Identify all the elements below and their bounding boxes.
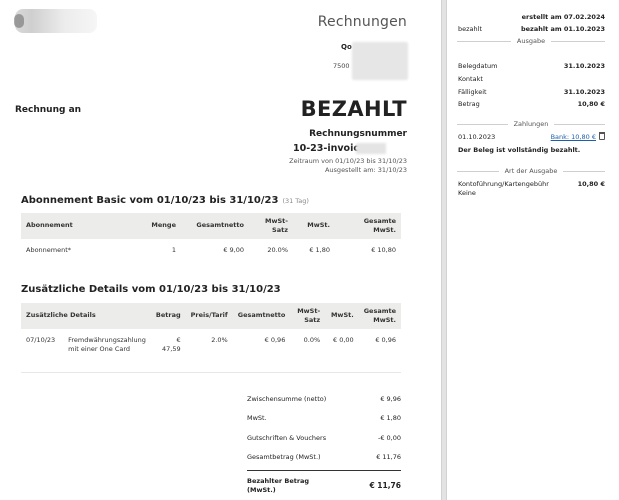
payment-note: Der Beleg ist vollständig bezahlt.: [458, 146, 581, 154]
issuer-address-redacted: [352, 42, 408, 80]
field-value: 31.10.2023: [563, 62, 605, 70]
payment-entry: Bank: 10,80 €: [551, 132, 605, 141]
cell: 20.0%: [267, 245, 288, 254]
cell: € 10,80: [371, 245, 396, 254]
issuer-name: Qo: [341, 43, 352, 51]
section-header-text: Art der Ausgabe: [504, 167, 558, 175]
expense-category: Kontoführung/Kartengebühr: [458, 180, 549, 188]
cell: € 9,00: [223, 245, 244, 254]
trash-icon[interactable]: [599, 132, 605, 140]
totals-label: Gesamtbetrag (MwSt.): [247, 453, 321, 462]
section-header-payments: Zahlungen: [457, 120, 605, 128]
totals-block: Zwischensumme (netto) € 9,96 MwSt. € 1,8…: [247, 389, 401, 496]
col-header: Abonnement: [21, 213, 139, 239]
invoice-document: Rechnungen Qo 7500 Rechnung an BEZAHLT R…: [0, 0, 441, 500]
cell: 1: [171, 245, 176, 254]
field-value: 31.10.2023: [563, 88, 605, 96]
section-header-expense: Ausgabe: [457, 37, 605, 45]
cell: € 47,59: [162, 335, 181, 353]
details-section-title: Zusätzliche Details vom 01/10/23 bis 31/…: [21, 284, 281, 295]
totals-label: Gutschriften & Vouchers: [247, 433, 327, 442]
field-label: Kontakt: [458, 75, 483, 83]
subscription-table: Abonnement Menge Gesamtnetto MwSt-Satz M…: [21, 213, 401, 259]
issuer-zip: 7500: [333, 62, 350, 70]
col-header: Gesamtnetto: [181, 213, 249, 239]
totals-row: Gesamtbetrag (MwSt.) € 11,76: [247, 448, 401, 468]
col-header: Preis/Tarif: [185, 303, 233, 329]
paid-status-stamp: BEZAHLT: [300, 97, 407, 121]
totals-value: € 9,96: [380, 394, 401, 403]
cell-date: 07/10/23: [26, 335, 56, 344]
field-label: Betrag: [458, 100, 480, 108]
totals-value: -€ 0,00: [377, 433, 401, 442]
subscription-days: (31 Tag): [282, 197, 309, 205]
col-header: Zusätzliche Details: [21, 303, 151, 329]
field-label: Fälligkeit: [458, 88, 487, 96]
table-row: Abonnement* 1 € 9,00 20.0% € 1,80 € 10,8…: [21, 239, 401, 259]
field-label: Belegdatum: [458, 62, 498, 70]
cell: € 1,80: [309, 245, 330, 254]
totals-label: MwSt.: [247, 414, 267, 423]
cell: Abonnement*: [26, 245, 72, 254]
cell-description: Fremdwährungszahlung mit einer One Card: [68, 335, 146, 353]
paid-total-row: Bezahlter Betrag (MwSt.) € 11,76: [247, 470, 401, 496]
section-header-text: Ausgabe: [516, 37, 546, 45]
invoice-period: Zeitraum von 01/10/23 bis 31/10/23: [289, 157, 407, 165]
created-date: erstellt am 07.02.2024: [521, 13, 605, 21]
invoice-number-redacted: [356, 143, 386, 154]
totals-row: MwSt. € 1,80: [247, 409, 401, 429]
paid-date: bezahlt am 01.10.2023: [521, 25, 605, 33]
cell: 2.0%: [211, 335, 228, 344]
col-header: Betrag: [150, 303, 186, 329]
col-header: MwSt-Satz: [290, 303, 326, 329]
col-header: MwSt-Satz: [249, 213, 293, 239]
expense-subcategory: Keine: [458, 189, 476, 197]
table-row: 07/10/23 Fremdwährungszahlung mit einer …: [21, 329, 401, 359]
table-header-row: Zusätzliche Details Betrag Preis/Tarif G…: [21, 303, 401, 329]
col-header: Gesamtnetto: [232, 303, 291, 329]
cell: € 0,96: [375, 335, 396, 344]
cell: € 0,96: [264, 335, 286, 344]
totals-row: Gutschriften & Vouchers -€ 0,00: [247, 428, 401, 448]
bill-to-label: Rechnung an: [15, 105, 82, 115]
totals-row: Zwischensumme (netto) € 9,96: [247, 389, 401, 409]
totals-value: € 1,80: [380, 414, 401, 423]
details-table: Zusätzliche Details Betrag Preis/Tarif G…: [21, 303, 401, 358]
company-logo: [15, 9, 97, 33]
col-header: MwSt.: [293, 213, 335, 239]
subscription-section-title: Abonnement Basic vom 01/10/23 bis 31/10/…: [21, 195, 309, 206]
status-label: bezahlt: [458, 25, 482, 33]
subscription-title-text: Abonnement Basic vom 01/10/23 bis 31/10/…: [21, 195, 279, 206]
field-value: 10,80 €: [577, 100, 605, 108]
paid-total-label: Bezahlter Betrag (MwSt.): [247, 476, 310, 494]
col-header: Gesamte MwSt.: [335, 213, 401, 239]
col-header: Menge: [139, 213, 181, 239]
col-header: MwSt.: [325, 303, 359, 329]
cell: 0.0%: [303, 335, 321, 344]
section-header-expense-type: Art der Ausgabe: [457, 167, 605, 175]
expense-amount: 10,80 €: [577, 180, 605, 188]
totals-label: Zwischensumme (netto): [247, 394, 327, 403]
section-header-text: Zahlungen: [513, 120, 549, 128]
payment-date: 01.10.2023: [458, 133, 496, 141]
col-header: Gesamte MwSt.: [358, 303, 401, 329]
paid-total-value: € 11,76: [369, 481, 401, 490]
invoice-number-label: Rechnungsnummer: [309, 129, 407, 139]
logo-mark: [14, 14, 24, 28]
bank-payment-link[interactable]: Bank: 10,80 €: [551, 133, 596, 141]
totals-value: € 11,76: [376, 453, 401, 462]
invoice-issued-date: Ausgestellt am: 31/10/23: [324, 166, 407, 174]
document-title: Rechnungen: [317, 14, 407, 30]
receipt-sidebar: erstellt am 07.02.2024 bezahlt bezahlt a…: [447, 0, 619, 500]
cell: € 0,00: [333, 335, 354, 344]
table-header-row: Abonnement Menge Gesamtnetto MwSt-Satz M…: [21, 213, 401, 239]
divider-line: [21, 372, 401, 373]
